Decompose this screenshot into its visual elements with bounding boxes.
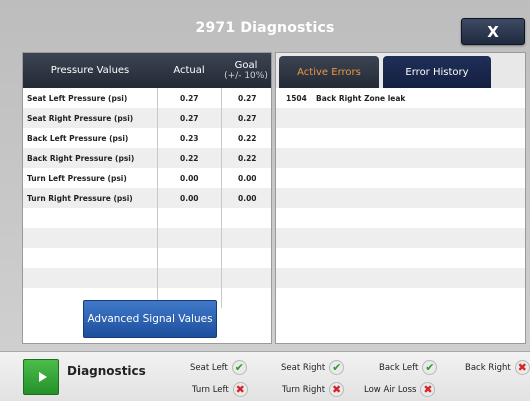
header-actual: Actual [173, 65, 205, 76]
error-row [276, 148, 525, 168]
indicator-back-right: Back Right ✖ [465, 360, 530, 375]
run-diagnostics-button[interactable] [23, 359, 59, 395]
header-goal-label: Goal [234, 59, 258, 71]
play-icon [38, 372, 47, 382]
pressure-name-cell [27, 228, 155, 248]
pressure-table-body: Seat Left Pressure (psi) 0.27 0.27 Seat Rig… [23, 88, 271, 308]
indicator-label: Turn Right [282, 384, 326, 395]
goal-value-cell: 0.27 [221, 108, 271, 128]
x-mark-icon: ✖ [420, 382, 436, 397]
error-row [276, 128, 525, 148]
checkmark-icon: ✔ [231, 360, 247, 375]
indicator-label: Back Left [379, 362, 419, 373]
pressure-name-cell: Seat Left Pressure (psi) [27, 93, 128, 103]
tab-active-errors[interactable]: Active Errors [279, 56, 379, 88]
pressure-name-cell: Turn Right Pressure (psi) [27, 193, 133, 203]
actual-value-cell [157, 248, 221, 268]
error-list: 1504 Back Right Zone leak [276, 88, 525, 308]
goal-value-cell [221, 208, 271, 228]
error-code: 1504 [286, 93, 307, 103]
actual-value-cell [157, 268, 221, 288]
checkmark-icon: ✔ [422, 360, 438, 375]
goal-value-cell: 0.00 [221, 168, 271, 188]
indicator-turn-left: Turn Left ✖ [192, 382, 248, 397]
goal-value-cell: 0.22 [221, 128, 271, 148]
goal-value-cell: 0.27 [221, 88, 271, 108]
error-row [276, 188, 525, 208]
actual-value-cell: 0.27 [157, 88, 221, 108]
actual-value-cell: 0.22 [157, 148, 221, 168]
pressure-name-cell: Turn Left Pressure (psi) [27, 173, 127, 183]
indicator-back-left: Back Left ✔ [379, 360, 438, 375]
pressure-name-cell [27, 268, 155, 288]
pressure-name-cell [27, 208, 155, 228]
pressure-table-header: Pressure Values Actual Goal (+/- 10%) [23, 53, 271, 88]
x-mark-icon: ✖ [329, 382, 345, 397]
goal-value-cell: 0.22 [221, 148, 271, 168]
goal-value-cell [221, 248, 271, 268]
indicator-seat-left: Seat Left ✔ [190, 360, 247, 375]
window-title: 2971 Diagnostics [195, 20, 335, 36]
actual-value-cell: 0.27 [157, 108, 221, 128]
table-row [23, 228, 271, 248]
actual-value-cell [157, 208, 221, 228]
indicator-label: Back Right [465, 362, 511, 373]
goal-value-cell: 0.00 [221, 188, 271, 208]
table-row: Seat Left Pressure (psi) 0.27 0.27 [23, 88, 271, 108]
pressure-name-cell: Back Left Pressure (psi) [27, 133, 129, 143]
close-button[interactable]: X [461, 18, 525, 45]
table-row [23, 268, 271, 288]
pressure-values-panel: Pressure Values Actual Goal (+/- 10%) Se… [22, 52, 272, 344]
pressure-name-cell [27, 248, 155, 268]
goal-value-cell [221, 228, 271, 248]
header-pressure-values: Pressure Values [50, 65, 130, 76]
table-row: Back Right Pressure (psi) 0.22 0.22 [23, 148, 271, 168]
tab-error-history[interactable]: Error History [383, 56, 491, 88]
actual-value-cell [157, 228, 221, 248]
pressure-name-cell: Back Right Pressure (psi) [27, 153, 135, 163]
indicator-seat-right: Seat Right ✔ [281, 360, 345, 375]
actual-value-cell: 0.23 [157, 128, 221, 148]
table-row [23, 248, 271, 268]
indicator-label: Turn Left [192, 384, 229, 395]
error-row [276, 208, 525, 228]
errors-panel: Active Errors Error History 1504 Back Rig… [275, 52, 526, 344]
error-tabs: Active Errors Error History [276, 53, 525, 88]
table-row: Back Left Pressure (psi) 0.23 0.22 [23, 128, 271, 148]
error-row [276, 168, 525, 188]
checkmark-icon: ✔ [329, 360, 345, 375]
actual-value-cell: 0.00 [157, 188, 221, 208]
goal-value-cell [221, 288, 271, 308]
error-row [276, 268, 525, 288]
error-description: Back Right Zone leak [316, 93, 406, 103]
error-row [276, 248, 525, 268]
diagnostics-label: Diagnostics [67, 364, 146, 378]
x-mark-icon: ✖ [514, 360, 530, 375]
indicator-turn-right: Turn Right ✖ [282, 382, 345, 397]
error-row: 1504 Back Right Zone leak [276, 88, 525, 108]
status-bar: Diagnostics Seat Left ✔ Seat Right ✔ Bac… [0, 351, 530, 401]
pressure-name-cell: Seat Right Pressure (psi) [27, 113, 134, 123]
goal-value-cell [221, 268, 271, 288]
diagnostics-window: 2971 Diagnostics X Pressure Values Actua… [0, 0, 530, 401]
indicator-label: Low Air Loss [364, 384, 417, 395]
error-row [276, 228, 525, 248]
table-row: Turn Left Pressure (psi) 0.00 0.00 [23, 168, 271, 188]
error-row [276, 288, 525, 308]
indicator-low-air-loss: Low Air Loss ✖ [364, 382, 436, 397]
title-bar: 2971 Diagnostics X [0, 10, 530, 46]
table-row: Turn Right Pressure (psi) 0.00 0.00 [23, 188, 271, 208]
x-mark-icon: ✖ [232, 382, 248, 397]
header-goal: Goal (+/- 10%) [221, 53, 271, 88]
advanced-signal-values-button[interactable]: Advanced Signal Values [83, 300, 217, 338]
indicator-label: Seat Left [190, 362, 228, 373]
error-row [276, 108, 525, 128]
indicator-label: Seat Right [281, 362, 326, 373]
header-goal-tolerance: (+/- 10%) [224, 70, 268, 81]
actual-value-cell: 0.00 [157, 168, 221, 188]
table-row [23, 208, 271, 228]
table-row: Seat Right Pressure (psi) 0.27 0.27 [23, 108, 271, 128]
